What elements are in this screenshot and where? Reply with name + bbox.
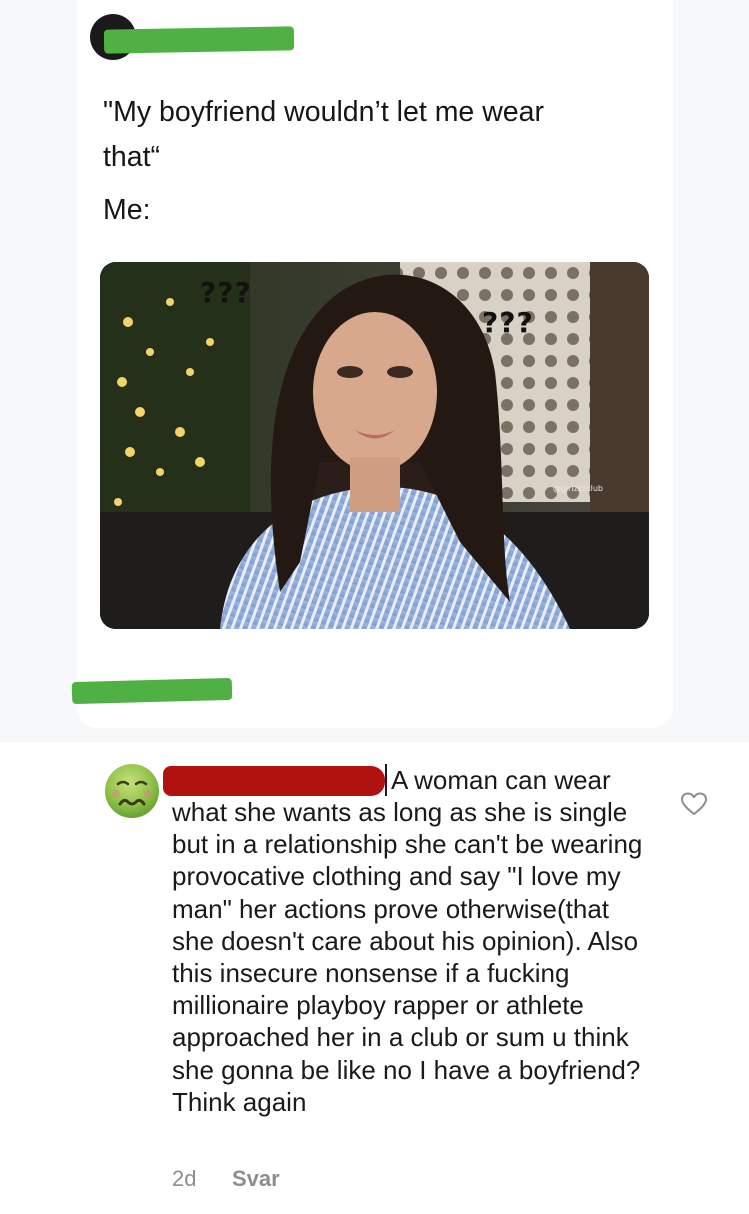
reply-button[interactable]: Svar [232, 1166, 280, 1192]
question-marks-left: ??? [200, 276, 252, 309]
tweet-text: "My boyfriend wouldn’t let me wear that“… [103, 90, 643, 233]
comment-text-first-line: A woman can wear [385, 764, 611, 796]
tweet-footer-redaction [71, 677, 233, 705]
comment-timestamp: 2d [172, 1166, 197, 1191]
nauseated-face-icon[interactable] [104, 762, 160, 820]
meme-photo [100, 262, 649, 629]
question-marks-right: ??? [482, 306, 534, 339]
comment-text: what she wants as long as she is single … [172, 797, 643, 1117]
tweet-text-line: that“ [103, 141, 161, 173]
author-name-redaction [103, 26, 295, 54]
heart-outline-icon[interactable] [681, 792, 707, 816]
tweet-text-line: Me: [103, 194, 151, 226]
commenter-name-redaction [163, 766, 385, 796]
tweet-text-line: "My boyfriend wouldn’t let me wear [103, 96, 544, 128]
tweet-image[interactable]: ??? ??? @girlzzzclub [100, 262, 649, 629]
image-watermark: @girlzzzclub [552, 484, 603, 493]
